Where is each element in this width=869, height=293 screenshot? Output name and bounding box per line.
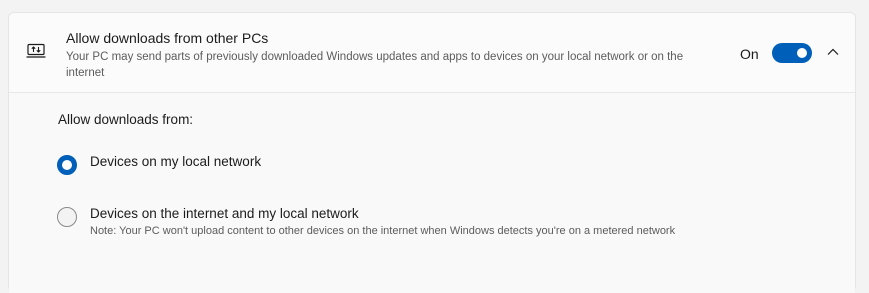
radio-internet-and-local-label[interactable]: Devices on the internet and my local net… [90, 206, 359, 221]
metered-network-note: Note: Your PC won't upload content to ot… [90, 225, 676, 237]
toggle-state-label: On [740, 46, 759, 62]
setting-header[interactable]: Allow downloads from other PCs Your PC m… [9, 13, 855, 93]
setting-description: Your PC may send parts of previously dow… [66, 51, 684, 79]
radio-local-network-label[interactable]: Devices on my local network [90, 154, 261, 169]
settings-card: Allow downloads from other PCs Your PC m… [8, 12, 856, 293]
allow-downloads-toggle[interactable] [772, 43, 812, 63]
chevron-up-icon[interactable] [827, 47, 839, 57]
laptop-share-icon [26, 43, 46, 58]
radio-local-network[interactable] [57, 155, 77, 175]
options-group-label: Allow downloads from: [58, 112, 194, 127]
toggle-knob [797, 48, 807, 58]
radio-internet-and-local[interactable] [57, 207, 77, 227]
setting-title: Allow downloads from other PCs [66, 30, 269, 46]
